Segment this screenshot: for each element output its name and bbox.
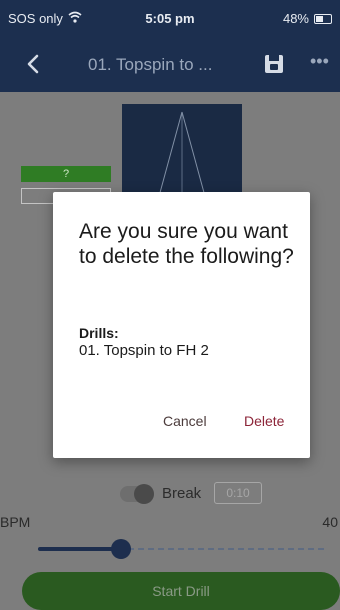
slider-thumb[interactable] (110, 539, 131, 559)
more-icon: ••• (310, 51, 329, 71)
save-button[interactable] (260, 50, 288, 78)
status-right: 48% (283, 11, 332, 26)
dialog-heading: Drills: (79, 325, 119, 341)
dialog-item: 01. Topspin to FH 2 (79, 342, 209, 359)
delete-button[interactable]: Delete (244, 413, 284, 429)
bpm-slider[interactable] (38, 539, 324, 559)
chevron-left-icon (27, 54, 39, 74)
break-toggle[interactable] (120, 484, 154, 504)
slider-fill (38, 547, 121, 551)
battery-percent: 48% (282, 11, 309, 26)
save-icon (265, 55, 283, 73)
break-toggle-knob (134, 484, 154, 504)
drill-tag[interactable]: ? (21, 166, 111, 182)
delete-confirm-dialog: Are you sure you want to delete the foll… (53, 192, 310, 458)
top-app-bar: 01. Topspin to ... ••• (0, 36, 340, 92)
break-row: Break 0:10 (0, 480, 340, 510)
bpm-value: 40 (322, 514, 338, 530)
bpm-label: BPM (0, 514, 31, 530)
back-button[interactable] (20, 50, 48, 78)
dialog-title: Are you sure you want to delete the foll… (79, 220, 294, 268)
break-label: Break (162, 485, 202, 502)
battery-icon (314, 13, 332, 24)
cancel-button[interactable]: Cancel (163, 413, 207, 429)
status-bar: SOS only 5:05 pm 48% (0, 0, 340, 36)
start-drill-button[interactable]: Start Drill (22, 572, 340, 610)
more-button[interactable]: ••• (310, 50, 338, 78)
page-title: 01. Topspin to ... (88, 55, 213, 74)
battery-fill (316, 15, 323, 22)
break-time-input[interactable]: 0:10 (214, 482, 262, 504)
